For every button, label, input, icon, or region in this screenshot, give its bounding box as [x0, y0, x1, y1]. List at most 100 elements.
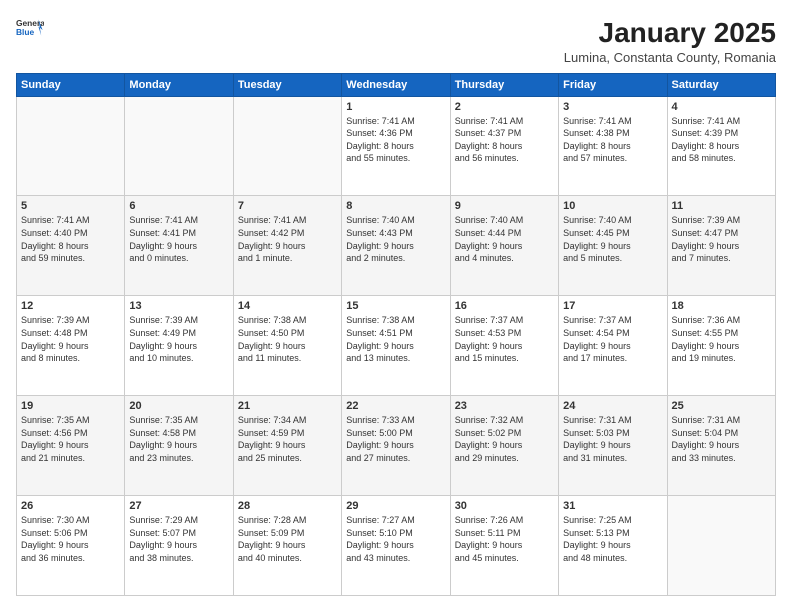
week-row-3: 19Sunrise: 7:35 AMSunset: 4:56 PMDayligh… — [17, 396, 776, 496]
day-number: 16 — [455, 300, 554, 312]
day-info: Sunrise: 7:41 AMSunset: 4:38 PMDaylight:… — [563, 115, 662, 165]
calendar-cell — [233, 96, 341, 196]
logo-icon: General Blue — [16, 16, 44, 44]
calendar-cell: 12 Sunrise: 7:39 AMSunset: 4:48 PMDayligh… — [17, 296, 125, 396]
day-number: 10 — [563, 200, 662, 212]
calendar-cell: 6 Sunrise: 7:41 AMSunset: 4:41 PMDaylight… — [125, 196, 233, 296]
day-number: 30 — [455, 500, 554, 512]
day-number: 3 — [563, 101, 662, 113]
calendar-cell: 3 Sunrise: 7:41 AMSunset: 4:38 PMDaylight… — [559, 96, 667, 196]
calendar-cell: 1 Sunrise: 7:41 AMSunset: 4:36 PMDaylight… — [342, 96, 450, 196]
day-number: 26 — [21, 500, 120, 512]
day-number: 20 — [129, 400, 228, 412]
day-number: 22 — [346, 400, 445, 412]
calendar-cell: 22 Sunrise: 7:33 AMSunset: 5:00 PMDayligh… — [342, 396, 450, 496]
day-info: Sunrise: 7:31 AMSunset: 5:03 PMDaylight:… — [563, 414, 662, 464]
week-row-2: 12 Sunrise: 7:39 AMSunset: 4:48 PMDayligh… — [17, 296, 776, 396]
calendar-cell: 9Sunrise: 7:40 AMSunset: 4:44 PMDaylight… — [450, 196, 558, 296]
calendar-cell — [125, 96, 233, 196]
day-info: Sunrise: 7:27 AMSunset: 5:10 PMDaylight:… — [346, 514, 445, 564]
calendar-cell: 31 Sunrise: 7:25 AMSunset: 5:13 PMDayligh… — [559, 496, 667, 596]
weekday-header-row: Sunday Monday Tuesday Wednesday Thursday… — [17, 73, 776, 96]
header-thursday: Thursday — [450, 73, 558, 96]
day-number: 1 — [346, 101, 445, 113]
calendar-cell: 19Sunrise: 7:35 AMSunset: 4:56 PMDayligh… — [17, 396, 125, 496]
day-info: Sunrise: 7:40 AMSunset: 4:43 PMDaylight:… — [346, 214, 445, 264]
calendar-cell: 16Sunrise: 7:37 AMSunset: 4:53 PMDayligh… — [450, 296, 558, 396]
day-number: 12 — [21, 300, 120, 312]
header: General Blue January 2025 Lumina, Consta… — [16, 16, 776, 65]
calendar-cell: 30 Sunrise: 7:26 AMSunset: 5:11 PMDayligh… — [450, 496, 558, 596]
day-info: Sunrise: 7:38 AMSunset: 4:50 PMDaylight:… — [238, 314, 337, 364]
calendar: Sunday Monday Tuesday Wednesday Thursday… — [16, 73, 776, 596]
day-number: 7 — [238, 200, 337, 212]
day-number: 28 — [238, 500, 337, 512]
calendar-cell: 10 Sunrise: 7:40 AMSunset: 4:45 PMDayligh… — [559, 196, 667, 296]
day-number: 8 — [346, 200, 445, 212]
day-number: 31 — [563, 500, 662, 512]
header-tuesday: Tuesday — [233, 73, 341, 96]
calendar-cell: 15 Sunrise: 7:38 AMSunset: 4:51 PMDayligh… — [342, 296, 450, 396]
day-info: Sunrise: 7:33 AMSunset: 5:00 PMDaylight:… — [346, 414, 445, 464]
calendar-cell — [17, 96, 125, 196]
day-number: 15 — [346, 300, 445, 312]
day-info: Sunrise: 7:32 AMSunset: 5:02 PMDaylight:… — [455, 414, 554, 464]
day-number: 27 — [129, 500, 228, 512]
calendar-cell: 11Sunrise: 7:39 AMSunset: 4:47 PMDayligh… — [667, 196, 775, 296]
week-row-0: 1 Sunrise: 7:41 AMSunset: 4:36 PMDaylight… — [17, 96, 776, 196]
day-info: Sunrise: 7:41 AMSunset: 4:36 PMDaylight:… — [346, 115, 445, 165]
day-number: 17 — [563, 300, 662, 312]
day-info: Sunrise: 7:28 AMSunset: 5:09 PMDaylight:… — [238, 514, 337, 564]
calendar-cell: 29 Sunrise: 7:27 AMSunset: 5:10 PMDayligh… — [342, 496, 450, 596]
page: General Blue January 2025 Lumina, Consta… — [0, 0, 792, 612]
day-info: Sunrise: 7:39 AMSunset: 4:49 PMDaylight:… — [129, 314, 228, 364]
location-subtitle: Lumina, Constanta County, Romania — [564, 50, 776, 65]
svg-text:Blue: Blue — [16, 27, 34, 37]
day-info: Sunrise: 7:41 AMSunset: 4:40 PMDaylight:… — [21, 214, 120, 264]
calendar-cell: 26 Sunrise: 7:30 AMSunset: 5:06 PMDayligh… — [17, 496, 125, 596]
day-number: 13 — [129, 300, 228, 312]
day-info: Sunrise: 7:30 AMSunset: 5:06 PMDaylight:… — [21, 514, 120, 564]
calendar-cell: 14 Sunrise: 7:38 AMSunset: 4:50 PMDayligh… — [233, 296, 341, 396]
day-number: 4 — [672, 101, 771, 113]
day-number: 2 — [455, 101, 554, 113]
day-number: 6 — [129, 200, 228, 212]
day-number: 25 — [672, 400, 771, 412]
day-info: Sunrise: 7:37 AMSunset: 4:54 PMDaylight:… — [563, 314, 662, 364]
day-info: Sunrise: 7:35 AMSunset: 4:58 PMDaylight:… — [129, 414, 228, 464]
header-sunday: Sunday — [17, 73, 125, 96]
day-number: 9 — [455, 200, 554, 212]
day-number: 5 — [21, 200, 120, 212]
day-info: Sunrise: 7:35 AMSunset: 4:56 PMDaylight:… — [21, 414, 120, 464]
day-number: 29 — [346, 500, 445, 512]
calendar-cell: 13 Sunrise: 7:39 AMSunset: 4:49 PMDayligh… — [125, 296, 233, 396]
calendar-cell: 27Sunrise: 7:29 AMSunset: 5:07 PMDayligh… — [125, 496, 233, 596]
day-info: Sunrise: 7:41 AMSunset: 4:42 PMDaylight:… — [238, 214, 337, 264]
header-monday: Monday — [125, 73, 233, 96]
calendar-cell: 23 Sunrise: 7:32 AMSunset: 5:02 PMDayligh… — [450, 396, 558, 496]
calendar-cell: 7 Sunrise: 7:41 AMSunset: 4:42 PMDaylight… — [233, 196, 341, 296]
day-info: Sunrise: 7:41 AMSunset: 4:41 PMDaylight:… — [129, 214, 228, 264]
calendar-cell — [667, 496, 775, 596]
day-info: Sunrise: 7:41 AMSunset: 4:37 PMDaylight:… — [455, 115, 554, 165]
calendar-cell: 21 Sunrise: 7:34 AMSunset: 4:59 PMDayligh… — [233, 396, 341, 496]
day-number: 11 — [672, 200, 771, 212]
day-info: Sunrise: 7:25 AMSunset: 5:13 PMDaylight:… — [563, 514, 662, 564]
day-number: 23 — [455, 400, 554, 412]
day-info: Sunrise: 7:34 AMSunset: 4:59 PMDaylight:… — [238, 414, 337, 464]
day-info: Sunrise: 7:31 AMSunset: 5:04 PMDaylight:… — [672, 414, 771, 464]
month-title: January 2025 — [564, 16, 776, 50]
calendar-cell: 24 Sunrise: 7:31 AMSunset: 5:03 PMDayligh… — [559, 396, 667, 496]
week-row-1: 5 Sunrise: 7:41 AMSunset: 4:40 PMDaylight… — [17, 196, 776, 296]
week-row-4: 26 Sunrise: 7:30 AMSunset: 5:06 PMDayligh… — [17, 496, 776, 596]
calendar-cell: 20 Sunrise: 7:35 AMSunset: 4:58 PMDayligh… — [125, 396, 233, 496]
day-number: 21 — [238, 400, 337, 412]
day-number: 24 — [563, 400, 662, 412]
day-info: Sunrise: 7:36 AMSunset: 4:55 PMDaylight:… — [672, 314, 771, 364]
day-info: Sunrise: 7:39 AMSunset: 4:48 PMDaylight:… — [21, 314, 120, 364]
day-info: Sunrise: 7:40 AMSunset: 4:45 PMDaylight:… — [563, 214, 662, 264]
day-number: 14 — [238, 300, 337, 312]
day-info: Sunrise: 7:38 AMSunset: 4:51 PMDaylight:… — [346, 314, 445, 364]
header-wednesday: Wednesday — [342, 73, 450, 96]
day-info: Sunrise: 7:26 AMSunset: 5:11 PMDaylight:… — [455, 514, 554, 564]
